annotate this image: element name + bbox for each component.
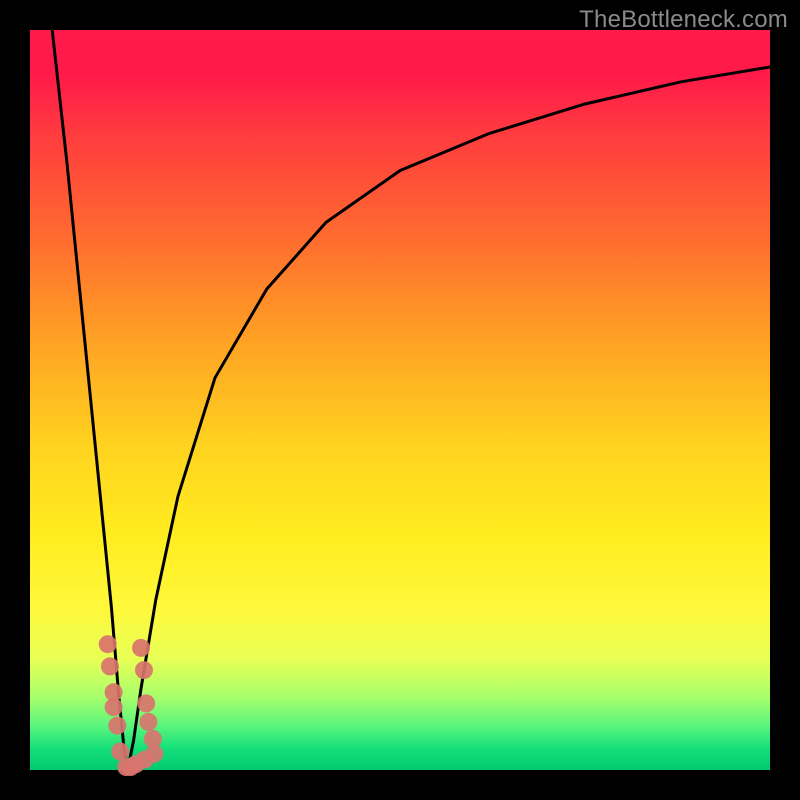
curve-right-branch — [128, 67, 770, 770]
chart-plot-area — [30, 30, 770, 770]
scatter-dot — [139, 713, 157, 731]
scatter-dot — [135, 661, 153, 679]
watermark-text: TheBottleneck.com — [579, 6, 788, 34]
scatter-dot — [132, 639, 150, 657]
chart-frame: TheBottleneck.com — [0, 0, 800, 800]
scatter-dot — [105, 698, 123, 716]
scatter-dot — [111, 743, 129, 761]
scatter-dot — [137, 694, 155, 712]
curve-left-branch — [52, 30, 127, 770]
chart-svg — [30, 30, 770, 770]
curve-layer — [52, 30, 770, 770]
scatter-dot — [108, 717, 126, 735]
scatter-dot — [101, 657, 119, 675]
scatter-dot — [99, 635, 117, 653]
scatter-dot — [144, 730, 162, 748]
